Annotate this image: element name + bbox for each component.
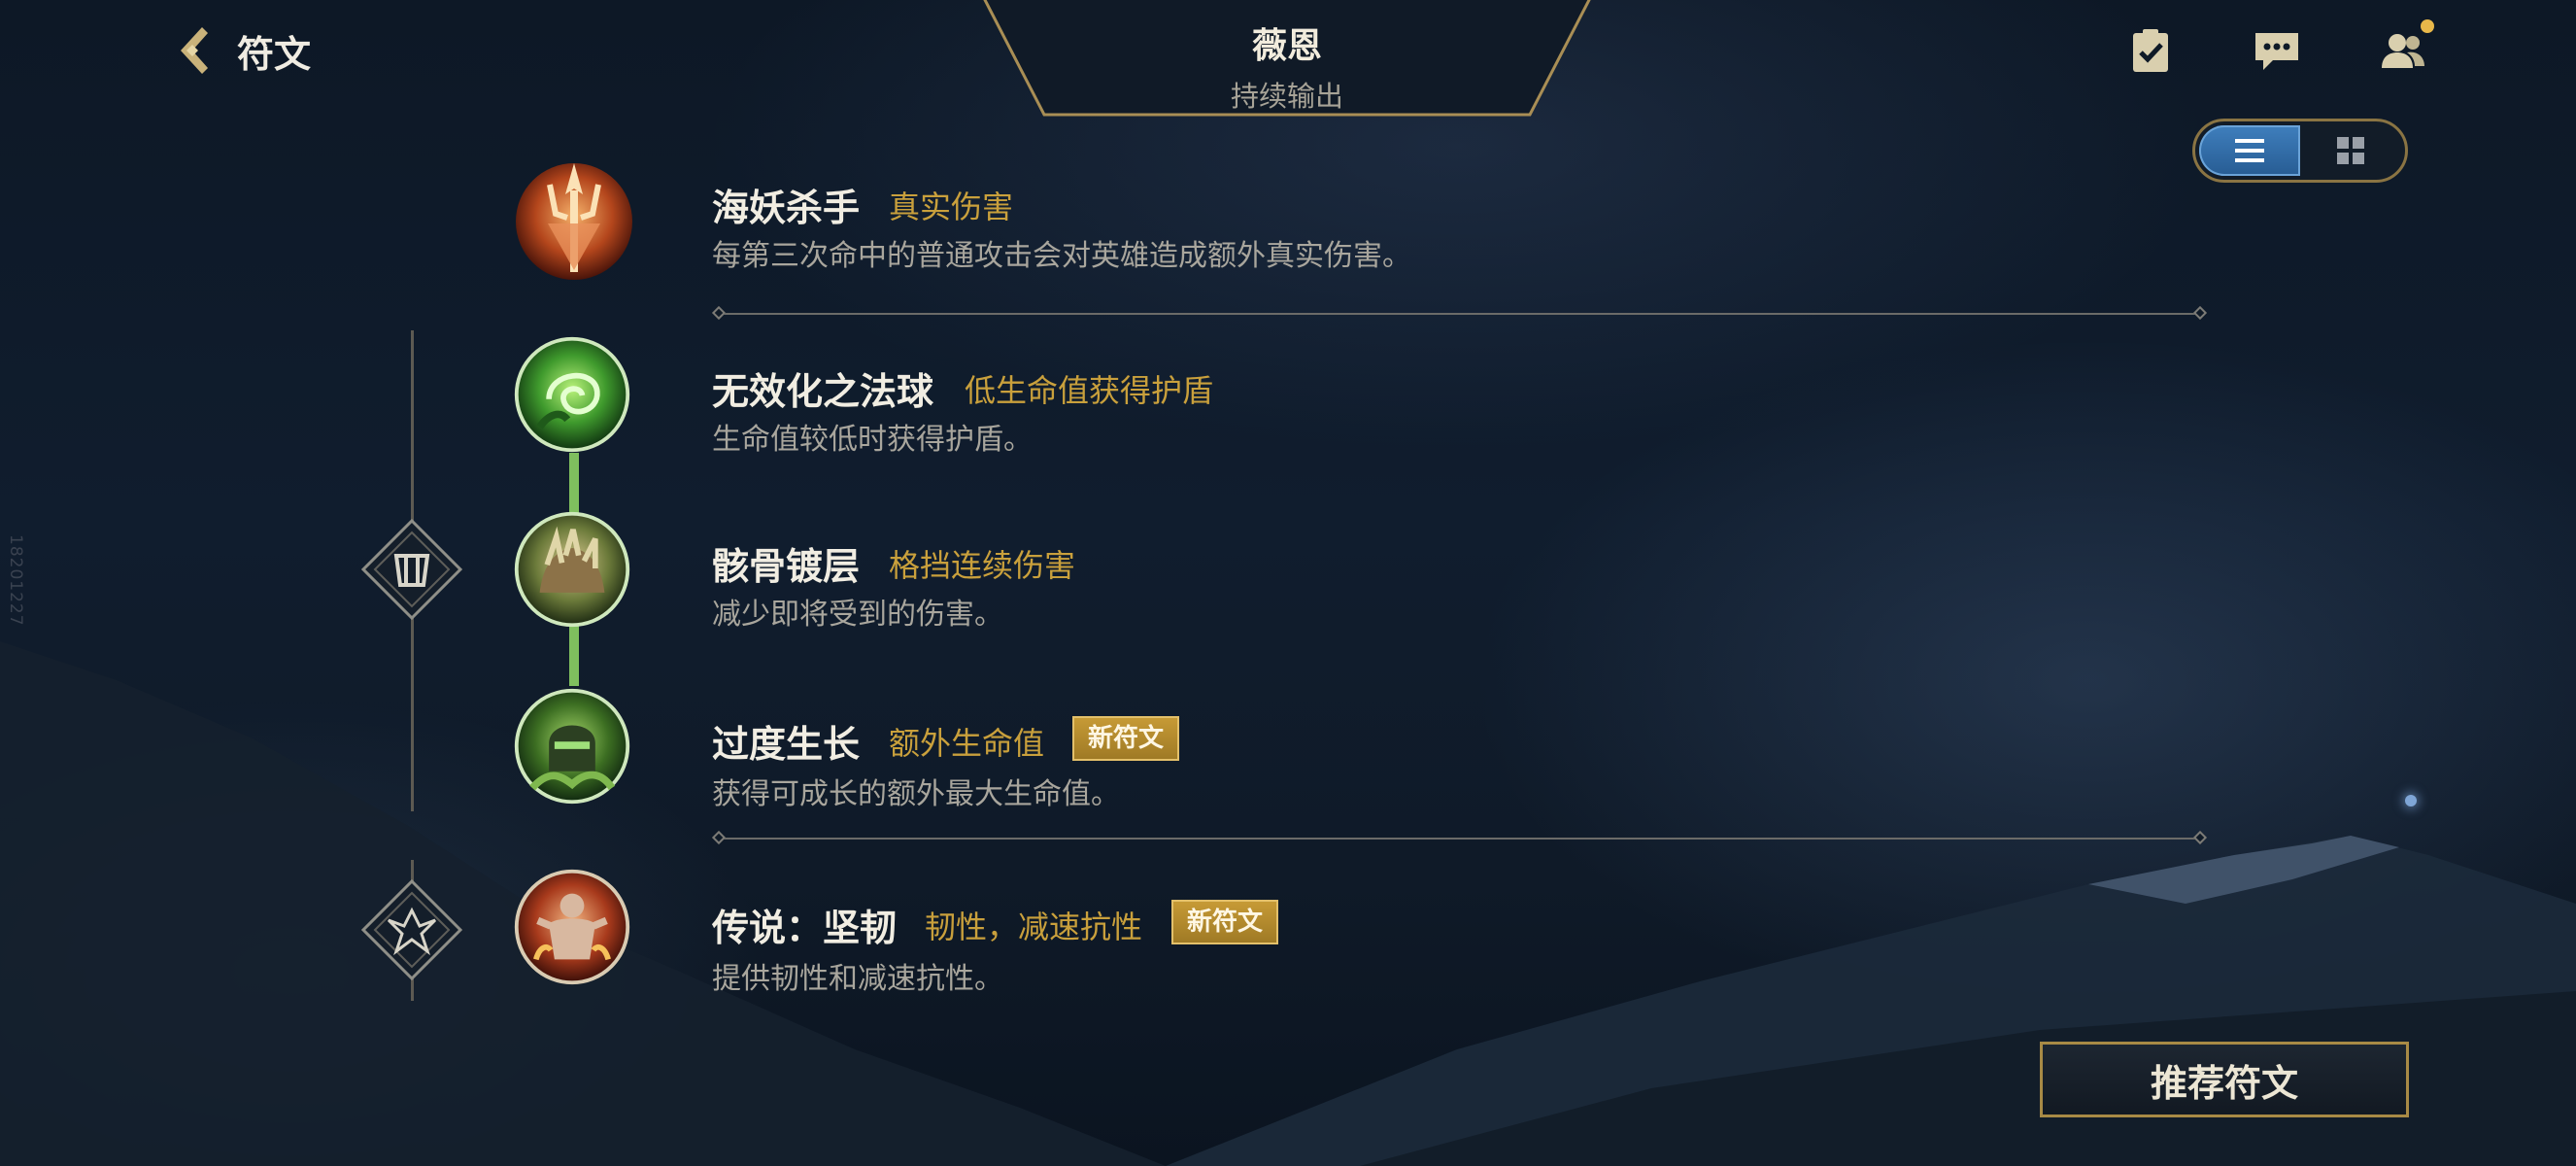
- background-star: [2405, 795, 2417, 806]
- slot-diamond-legend: [360, 878, 463, 981]
- bone-plating-icon: [514, 511, 630, 628]
- side-code: 18201227: [6, 534, 25, 627]
- view-toggle[interactable]: [2192, 119, 2408, 183]
- back-arrow-icon: [181, 27, 208, 74]
- slot-diamond-defense: [360, 518, 463, 621]
- rune-tag: 韧性，减速抗性: [925, 909, 1143, 945]
- list-view-button[interactable]: [2199, 125, 2300, 176]
- rune-desc: 每第三次命中的普通攻击会对英雄造成额外真实伤害。: [712, 239, 1411, 273]
- hero-role: 持续输出: [1230, 80, 1343, 113]
- rune-name: 过度生长: [712, 723, 861, 766]
- chat-button[interactable]: [2252, 25, 2302, 80]
- friends-button[interactable]: [2378, 19, 2434, 80]
- trident-icon: [516, 163, 632, 280]
- friends-icon: [2382, 34, 2424, 68]
- back-button[interactable]: 符文: [163, 21, 311, 80]
- rune-tag: 真实伤害: [889, 189, 1014, 225]
- rune-connector: [569, 626, 579, 686]
- new-rune-badge: 新符文: [1072, 716, 1180, 761]
- rune-name: 无效化之法球: [712, 370, 934, 413]
- rune-connector: [569, 453, 579, 513]
- rune-tag: 额外生命值: [889, 725, 1045, 762]
- chat-icon: [2255, 33, 2298, 70]
- rune-name: 骸骨镀层: [712, 545, 861, 588]
- legend-tenacity-icon: [514, 869, 630, 985]
- hero-name: 薇恩: [1251, 26, 1322, 66]
- overgrowth-icon: [514, 688, 630, 805]
- rune-name: 传说：坚韧: [712, 907, 898, 949]
- rune-desc: 生命值较低时获得护盾。: [712, 423, 1033, 457]
- rune-tag: 低生命值获得护盾: [965, 372, 1214, 409]
- rune-desc: 减少即将受到的伤害。: [712, 598, 1003, 632]
- recommend-runes-button[interactable]: 推荐符文: [2040, 1042, 2409, 1117]
- section-divider: [711, 830, 2208, 845]
- grid-icon: [2337, 137, 2364, 164]
- list-icon: [2235, 139, 2264, 162]
- rune-desc: 获得可成长的额外最大生命值。: [712, 777, 1120, 811]
- rune-desc: 提供韧性和减速抗性。: [712, 962, 1003, 996]
- rune-tag: 格挡连续伤害: [889, 547, 1076, 584]
- task-button[interactable]: [2125, 25, 2176, 80]
- task-clipboard-icon: [2133, 29, 2168, 72]
- new-rune-badge: 新符文: [1171, 900, 1279, 944]
- section-divider: [711, 305, 2208, 321]
- notification-dot: [2421, 19, 2434, 33]
- rune-name: 海妖杀手: [712, 187, 861, 229]
- hero-banner: 薇恩 持续输出: [976, 0, 1598, 120]
- page-title: 符文: [237, 32, 312, 76]
- grid-view-button[interactable]: [2300, 125, 2401, 176]
- green-orb-icon: [514, 336, 630, 453]
